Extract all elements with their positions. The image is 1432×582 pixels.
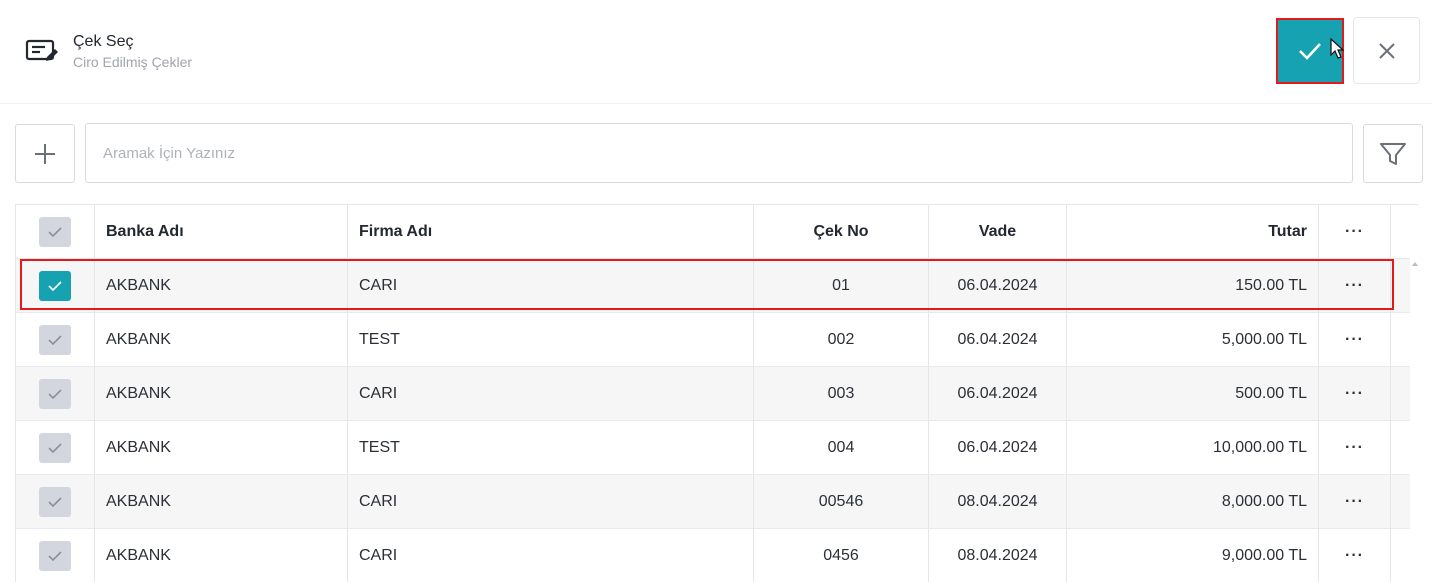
row-checkbox[interactable] <box>39 378 71 409</box>
row-select-cell <box>16 259 95 312</box>
row-select-cell <box>16 421 95 474</box>
cell-firm: TEST <box>348 313 754 366</box>
check-icon <box>48 550 62 561</box>
table-row[interactable]: AKBANK TEST 002 06.04.2024 5,000.00 TL ··· <box>16 313 1411 367</box>
row-options-button[interactable]: ··· <box>1319 421 1391 474</box>
more-icon: ··· <box>1345 222 1364 240</box>
cell-firm: TEST <box>348 421 754 474</box>
column-options-button[interactable]: ··· <box>1319 205 1391 258</box>
more-icon: ··· <box>1345 546 1364 564</box>
row-checkbox[interactable] <box>39 324 71 355</box>
row-select-cell <box>16 475 95 528</box>
cell-firm: CARI <box>348 475 754 528</box>
filter-icon <box>1380 142 1406 165</box>
cell-check-no: 002 <box>754 313 929 366</box>
cell-firm: CARI <box>348 367 754 420</box>
column-header-due-date[interactable]: Vade <box>929 205 1067 258</box>
check-icon <box>48 388 62 399</box>
row-checkbox[interactable] <box>39 540 71 571</box>
cell-due-date: 06.04.2024 <box>929 313 1067 366</box>
table-row[interactable]: AKBANK CARI 01 06.04.2024 150.00 TL ··· <box>16 259 1411 313</box>
column-header-bank[interactable]: Banka Adı <box>95 205 348 258</box>
cell-due-date: 08.04.2024 <box>929 529 1067 582</box>
plus-icon <box>35 143 55 164</box>
cell-amount: 5,000.00 TL <box>1067 313 1319 366</box>
scroll-up-arrow-icon[interactable] <box>1412 262 1418 266</box>
cell-bank: AKBANK <box>95 313 348 366</box>
close-button[interactable] <box>1353 17 1420 84</box>
check-icon <box>48 496 62 507</box>
row-select-cell <box>16 367 95 420</box>
cell-bank: AKBANK <box>95 475 348 528</box>
cell-bank: AKBANK <box>95 421 348 474</box>
check-icon <box>48 280 62 291</box>
cell-bank: AKBANK <box>95 259 348 312</box>
row-checkbox[interactable] <box>39 432 71 463</box>
cell-bank: AKBANK <box>95 367 348 420</box>
cell-due-date: 06.04.2024 <box>929 259 1067 312</box>
vertical-scrollbar[interactable] <box>1410 258 1420 582</box>
select-all-checkbox[interactable] <box>39 216 71 247</box>
cell-bank: AKBANK <box>95 529 348 582</box>
cell-check-no: 0456 <box>754 529 929 582</box>
cell-check-no: 003 <box>754 367 929 420</box>
row-options-button[interactable]: ··· <box>1319 475 1391 528</box>
cell-check-no: 01 <box>754 259 929 312</box>
table-row[interactable]: AKBANK TEST 004 06.04.2024 10,000.00 TL ··· <box>16 421 1411 475</box>
header-select-all-cell <box>16 205 95 258</box>
row-select-cell <box>16 529 95 582</box>
edit-list-icon <box>25 39 58 61</box>
checks-table: Banka Adı Firma Adı Çek No Vade Tutar ··… <box>15 204 1418 582</box>
row-checkbox[interactable] <box>39 486 71 517</box>
search-input[interactable] <box>85 123 1353 183</box>
table-row[interactable]: AKBANK CARI 0456 08.04.2024 9,000.00 TL ··· <box>16 529 1411 582</box>
cell-check-no: 004 <box>754 421 929 474</box>
cell-amount: 150.00 TL <box>1067 259 1319 312</box>
check-icon <box>48 226 62 237</box>
dialog-title: Çek Seç <box>73 33 134 50</box>
cell-amount: 500.00 TL <box>1067 367 1319 420</box>
dialog-header: Çek Seç Ciro Edilmiş Çekler <box>0 0 1432 104</box>
table-row[interactable]: AKBANK CARI 00546 08.04.2024 8,000.00 TL ··· <box>16 475 1411 529</box>
check-icon <box>48 334 62 345</box>
column-header-check-no[interactable]: Çek No <box>754 205 929 258</box>
more-icon: ··· <box>1345 330 1364 348</box>
cell-amount: 10,000.00 TL <box>1067 421 1319 474</box>
table-header-row: Banka Adı Firma Adı Çek No Vade Tutar ··… <box>16 205 1411 259</box>
column-header-amount[interactable]: Tutar <box>1067 205 1319 258</box>
table-row[interactable]: AKBANK CARI 003 06.04.2024 500.00 TL ··· <box>16 367 1411 421</box>
row-options-button[interactable]: ··· <box>1319 313 1391 366</box>
row-select-cell <box>16 313 95 366</box>
row-options-button[interactable]: ··· <box>1319 259 1391 312</box>
cell-due-date: 06.04.2024 <box>929 421 1067 474</box>
more-icon: ··· <box>1345 492 1364 510</box>
cell-amount: 9,000.00 TL <box>1067 529 1319 582</box>
cell-check-no: 00546 <box>754 475 929 528</box>
check-icon <box>48 442 62 453</box>
column-header-firm[interactable]: Firma Adı <box>348 205 754 258</box>
cell-firm: CARI <box>348 529 754 582</box>
row-checkbox[interactable] <box>39 270 71 301</box>
more-icon: ··· <box>1345 384 1364 402</box>
cell-amount: 8,000.00 TL <box>1067 475 1319 528</box>
row-options-button[interactable]: ··· <box>1319 367 1391 420</box>
cell-due-date: 06.04.2024 <box>929 367 1067 420</box>
mouse-cursor-icon <box>1330 38 1344 59</box>
cell-firm: CARI <box>348 259 754 312</box>
add-button[interactable] <box>15 124 75 183</box>
more-icon: ··· <box>1345 276 1364 294</box>
cell-due-date: 08.04.2024 <box>929 475 1067 528</box>
filter-button[interactable] <box>1363 124 1423 183</box>
row-options-button[interactable]: ··· <box>1319 529 1391 582</box>
more-icon: ··· <box>1345 438 1364 456</box>
close-icon <box>1378 42 1395 59</box>
check-icon <box>1299 43 1321 60</box>
dialog-subtitle: Ciro Edilmiş Çekler <box>73 54 193 70</box>
